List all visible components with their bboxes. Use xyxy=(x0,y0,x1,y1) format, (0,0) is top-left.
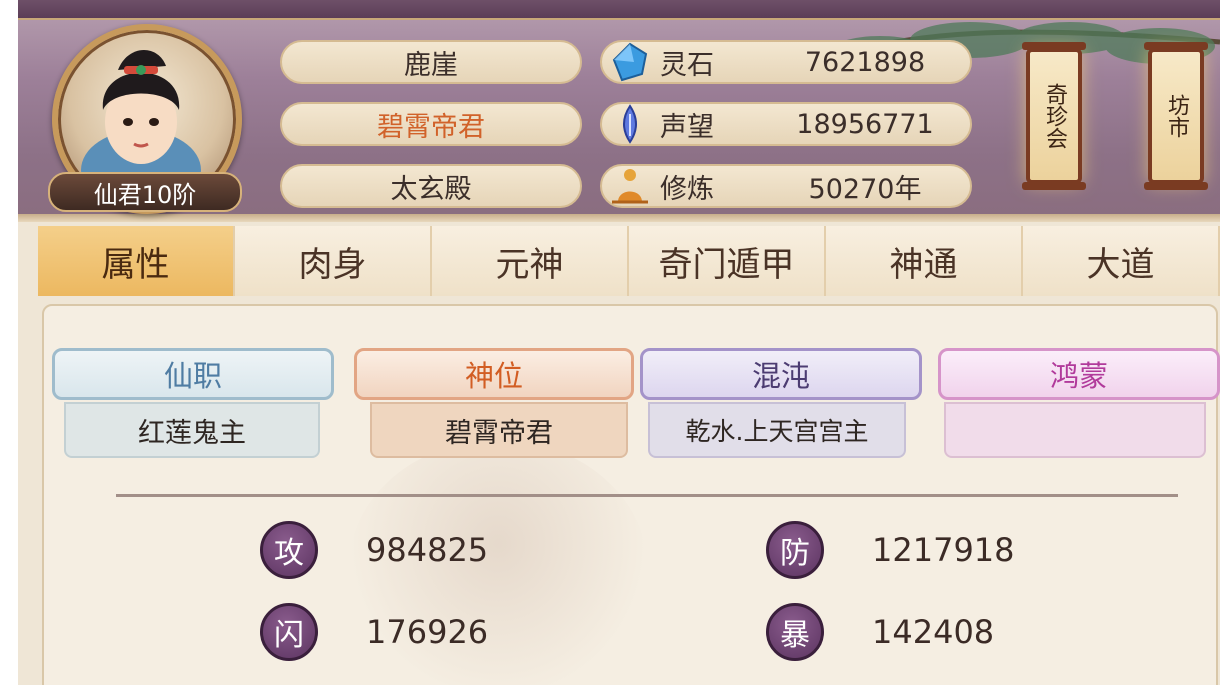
resource-label: 灵石 xyxy=(660,49,714,81)
tab-bar: 属性 肉身 元神 奇门遁甲 神通 大道 xyxy=(38,226,1220,296)
rank-value-divine-seat: 碧霄帝君 xyxy=(370,402,628,458)
tab-divine-arts[interactable]: 神通 xyxy=(826,226,1023,296)
resource-label: 修炼 xyxy=(660,173,714,205)
resource-label: 声望 xyxy=(660,111,714,143)
resource-value: 18956771 xyxy=(796,108,934,140)
player-title: 碧霄帝君 xyxy=(280,102,582,146)
defense-icon: 防 xyxy=(766,521,824,579)
stat-critical: 暴 142408 xyxy=(766,600,994,664)
tab-qimen[interactable]: 奇门遁甲 xyxy=(629,226,826,296)
resource-cultivation: 修炼 50270年 xyxy=(600,164,972,208)
stat-value: 1217918 xyxy=(872,531,1015,569)
dodge-icon: 闪 xyxy=(260,603,318,661)
resource-value: 50270年 xyxy=(808,173,922,205)
cultivation-icon xyxy=(612,169,648,204)
market-button[interactable]: 坊市 xyxy=(1144,42,1208,190)
stat-value: 142408 xyxy=(872,613,995,651)
attack-icon: 攻 xyxy=(260,521,318,579)
rank-title-primordial: 鸿蒙 xyxy=(938,348,1220,400)
stat-attack: 攻 984825 xyxy=(260,518,488,582)
rank-title-chaos: 混沌 xyxy=(640,348,922,400)
spirit-stone-icon xyxy=(612,42,648,82)
rank-value-chaos: 乾水.上天宫宫主 xyxy=(648,402,906,458)
critical-icon: 暴 xyxy=(766,603,824,661)
rank-title-divine-seat: 神位 xyxy=(354,348,634,400)
rank-title-immortal-post: 仙职 xyxy=(52,348,334,400)
tab-great-dao[interactable]: 大道 xyxy=(1023,226,1220,296)
stat-value: 176926 xyxy=(366,613,489,651)
rank-value-immortal-post: 红莲鬼主 xyxy=(64,402,320,458)
section-divider xyxy=(116,494,1178,497)
resource-reputation: 声望 18956771 xyxy=(600,102,972,146)
stat-dodge: 闪 176926 xyxy=(260,600,488,664)
lantern-label: 奇珍会 xyxy=(1042,83,1067,149)
game-window: 仙君10阶 鹿崖 碧霄帝君 太玄殿 灵石 7621898 声望 18956771… xyxy=(18,0,1220,685)
lantern-label: 坊市 xyxy=(1164,94,1189,138)
banner-bottom-trim xyxy=(18,214,1220,222)
tab-attributes[interactable]: 属性 xyxy=(38,226,235,296)
resource-spirit-stone: 灵石 7621898 xyxy=(600,40,972,84)
rank-value-primordial xyxy=(944,402,1206,458)
tab-spirit[interactable]: 元神 xyxy=(432,226,629,296)
resource-value: 7621898 xyxy=(804,46,926,78)
rank-badge: 仙君10阶 xyxy=(48,172,242,212)
reputation-icon xyxy=(623,104,637,144)
stat-defense: 防 1217918 xyxy=(766,518,1015,582)
player-name: 鹿崖 xyxy=(280,40,582,84)
treasure-auction-button[interactable]: 奇珍会 xyxy=(1022,42,1086,190)
stat-value: 984825 xyxy=(366,531,489,569)
tab-body[interactable]: 肉身 xyxy=(235,226,432,296)
player-sect: 太玄殿 xyxy=(280,164,582,208)
